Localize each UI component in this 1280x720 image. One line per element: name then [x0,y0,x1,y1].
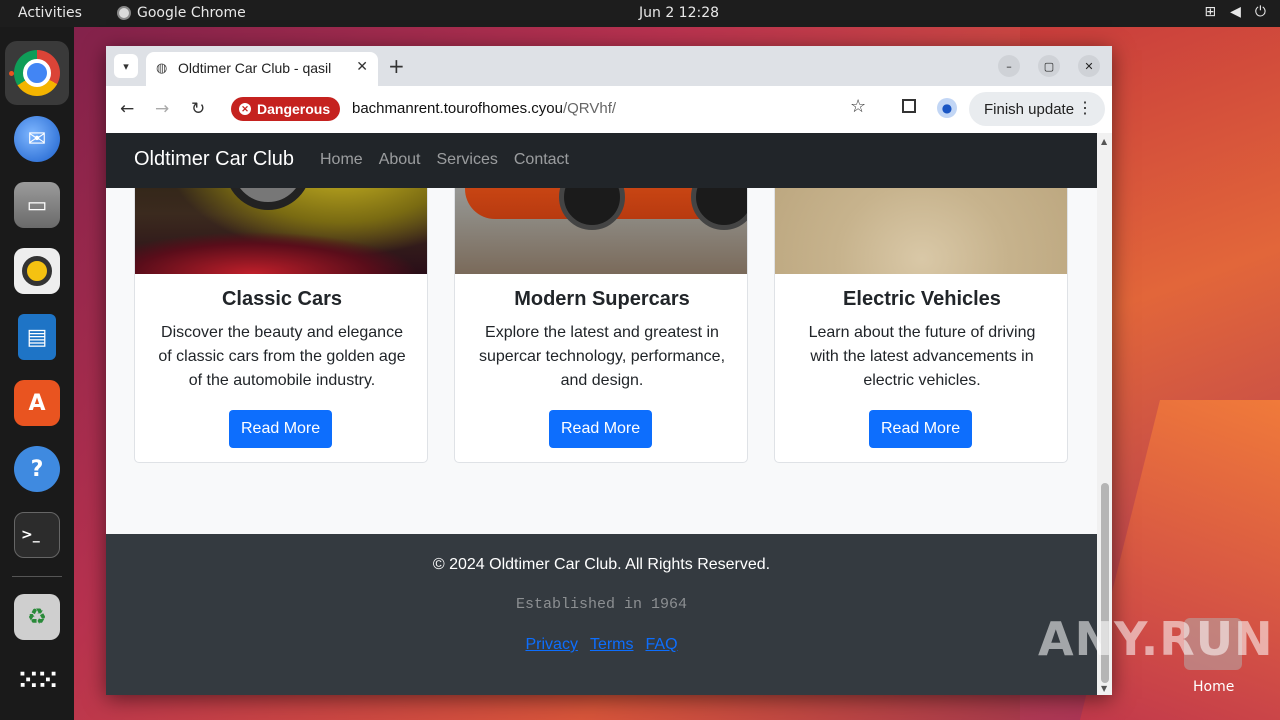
clock[interactable]: Jun 2 12:28 [639,5,719,21]
dock-help[interactable]: ? [5,437,69,501]
new-tab-button[interactable]: + [388,54,405,78]
dock-writer[interactable]: ▤ [5,305,69,369]
writer-icon: ▤ [18,314,56,360]
url-host: bachmanrent.tourofhomes.cyou [352,100,563,117]
card-text: Discover the beauty and elegance of clas… [158,324,406,389]
chrome-icon [117,6,131,20]
power-icon: ⏻ [1254,4,1266,20]
dock-chrome[interactable] [5,41,69,105]
tab-search-button[interactable]: ▾ [114,54,138,78]
card-title: Electric Vehicles [843,288,1001,310]
read-more-button[interactable]: Read More [869,410,973,448]
profile-avatar-icon[interactable]: ● [937,98,957,118]
read-more-button[interactable]: Read More [549,410,653,448]
minimize-button[interactable]: – [998,55,1020,77]
url-path: /QRVhf/ [562,100,617,117]
danger-label: Dangerous [257,101,331,117]
system-tray[interactable]: ⊞ ◀ ⏻ [1204,4,1266,20]
thunderbird-icon: ✉ [14,116,60,162]
site-footer: © 2024 Oldtimer Car Club. All Rights Res… [106,534,1097,695]
finish-update-button[interactable]: Finish update ⋮ [969,92,1105,126]
reload-button[interactable]: ↻ [191,99,205,119]
footer-link-privacy[interactable]: Privacy [525,636,577,654]
scroll-down-arrow-icon[interactable]: ▼ [1101,684,1107,693]
dock-rhythmbox[interactable] [5,239,69,303]
help-icon: ? [14,446,60,492]
app-center-icon: A [14,380,60,426]
address-bar[interactable]: ✕ Dangerous bachmanrent.tourofhomes.cyou… [226,91,882,127]
copyright-text: © 2024 Oldtimer Car Club. All Rights Res… [432,556,771,573]
tab-title: Oldtimer Car Club - qasil [178,60,332,76]
finish-update-label: Finish update [984,100,1075,118]
close-window-button[interactable]: ✕ [1078,55,1100,77]
page-viewport: Oldtimer Car Club Home About Services Co… [106,133,1097,695]
app-grid-icon: ⁙⁙ [17,666,59,696]
dock-app-grid[interactable]: ⁙⁙ [5,649,69,713]
nav-services[interactable]: Services [437,151,498,169]
tab-active[interactable]: ◍ Oldtimer Car Club - qasil ✕ [146,52,378,86]
globe-icon: ◍ [156,61,168,76]
page-scrollbar[interactable]: ▲ ▼ [1097,133,1112,695]
dock-trash[interactable]: ♻ [5,585,69,649]
browser-window: ▾ ◍ Oldtimer Car Club - qasil ✕ + – ▢ ✕ … [106,46,1112,695]
warning-x-icon: ✕ [239,103,251,115]
running-indicator [9,71,14,76]
chevron-down-icon: ▾ [123,59,129,73]
established-text: Established in 1964 [515,596,688,613]
dock-thunderbird[interactable]: ✉ [5,107,69,171]
nav-home[interactable]: Home [320,151,363,169]
activities-button[interactable]: Activities [18,5,82,21]
maximize-button[interactable]: ▢ [1038,55,1060,77]
footer-links: Privacy Terms FAQ [106,636,1097,654]
card-text: Learn about the future of driving with t… [808,324,1036,389]
more-menu-icon: ⋮ [1077,100,1093,117]
footer-link-terms[interactable]: Terms [590,636,634,654]
rhythmbox-icon [14,248,60,294]
nav-contact[interactable]: Contact [514,151,569,169]
trash-icon: ♻ [14,594,60,640]
site-brand[interactable]: Oldtimer Car Club [134,148,294,171]
top-bar: Activities Google Chrome Jun 2 12:28 ⊞ ◀… [0,0,1280,27]
files-icon: ▭ [14,182,60,228]
app-menu[interactable]: Google Chrome [117,5,246,21]
site-navbar: Oldtimer Car Club Home About Services Co… [106,133,1097,188]
card-title: Classic Cars [221,288,343,310]
nav-about[interactable]: About [379,151,421,169]
forward-button[interactable]: → [155,99,169,119]
footer-link-faq[interactable]: FAQ [646,636,678,654]
scroll-up-arrow-icon[interactable]: ▲ [1101,137,1107,146]
close-tab-icon[interactable]: ✕ [356,59,368,75]
network-icon: ⊞ [1204,4,1217,20]
dock-files[interactable]: ▭ [5,173,69,237]
site-nav-links: Home About Services Contact [320,151,569,169]
dock-app-center[interactable]: A [5,371,69,435]
browser-toolbar: ← → ↻ ✕ Dangerous bachmanrent.tourofhome… [106,86,1112,132]
terminal-icon: >_ [14,512,60,558]
back-button[interactable]: ← [120,99,134,119]
dock: ✉ ▭ ▤ A ? >_ ♻ ⁙⁙ [0,27,74,720]
card-title: Modern Supercars [514,288,690,310]
anyrun-watermark: ANY.RUN [1038,612,1274,666]
security-warning-chip[interactable]: ✕ Dangerous [231,97,341,121]
url-text[interactable]: bachmanrent.tourofhomes.cyou/QRVhf/ [352,100,616,117]
bookmark-star-icon[interactable]: ☆ [850,96,866,117]
dock-terminal[interactable]: >_ [5,503,69,567]
home-folder-label[interactable]: Home [1193,679,1234,695]
tab-strip: ▾ ◍ Oldtimer Car Club - qasil ✕ + – ▢ ✕ [106,46,1112,86]
side-panel-icon[interactable] [902,99,916,113]
card-text: Explore the latest and greatest in super… [478,324,726,389]
volume-icon: ◀ [1230,4,1241,20]
chrome-icon [14,50,60,96]
app-menu-label: Google Chrome [137,5,246,21]
read-more-button[interactable]: Read More [229,410,333,448]
dock-separator [12,576,62,577]
